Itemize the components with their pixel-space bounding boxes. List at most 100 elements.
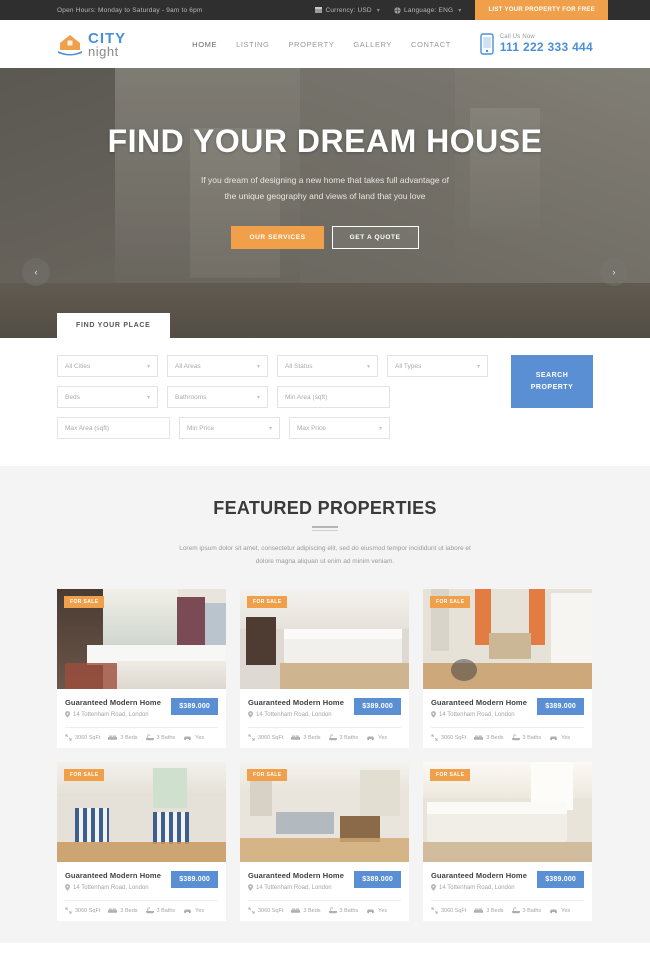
property-address: 14 Tottenham Road, London [248, 711, 344, 718]
title-divider-secondary [312, 530, 338, 531]
currency-selector[interactable]: Currency: USD ▾ [315, 7, 380, 14]
property-card[interactable]: FOR SALE Guaranteed Modern Home 14 Totte… [57, 762, 226, 921]
find-your-place-tab[interactable]: FIND YOUR PLACE [57, 313, 170, 338]
globe-icon [394, 6, 401, 14]
card-feature: 3 Baths [511, 734, 542, 741]
card-feature: 3 Baths [511, 907, 542, 914]
card-feature-label: 3060 SqFt [75, 734, 101, 741]
search-property-button[interactable]: SEARCH PROPERTY [511, 355, 593, 408]
property-address: 14 Tottenham Road, London [431, 884, 527, 891]
property-price: $389.000 [537, 698, 584, 715]
field-label: All Status [285, 362, 313, 370]
bed-icon [108, 907, 118, 914]
property-title[interactable]: Guaranteed Modern Home [65, 871, 161, 880]
property-card-body: Guaranteed Modern Home 14 Tottenham Road… [57, 689, 226, 748]
chevron-down-icon: ▾ [378, 425, 382, 432]
card-feature: 3060 SqFt [431, 734, 466, 741]
property-image[interactable]: FOR SALE [240, 762, 409, 862]
area-icon [248, 907, 255, 914]
section-subtitle-line1: Lorem ipsum dolor sit amet, consectetur … [179, 545, 444, 552]
property-image[interactable]: FOR SALE [423, 589, 592, 689]
card-feature-label: Yes [561, 734, 571, 741]
property-card[interactable]: FOR SALE Guaranteed Modern Home 14 Totte… [57, 589, 226, 748]
search-select-beds[interactable]: Beds ▾ [57, 386, 158, 408]
property-features: 3060 SqFt 3 Beds 3 Baths Yes [65, 727, 218, 748]
chevron-down-icon: ▾ [366, 363, 370, 370]
card-feature-label: 3 Baths [522, 734, 542, 741]
property-title[interactable]: Guaranteed Modern Home [431, 698, 527, 707]
property-address: 14 Tottenham Road, London [65, 884, 161, 891]
bed-icon [291, 907, 301, 914]
nav-item-gallery[interactable]: GALLERY [353, 40, 392, 49]
chevron-right-icon[interactable]: › [600, 258, 628, 286]
chevron-left-icon[interactable]: ‹ [22, 258, 50, 286]
search-input-max-area[interactable]: Max Area (sqft) [57, 417, 170, 439]
nav-item-listing[interactable]: LISTING [236, 40, 269, 49]
card-feature: 3060 SqFt [65, 734, 100, 741]
card-feature: 3 Beds [108, 734, 138, 741]
garage-car-icon [549, 734, 558, 741]
card-feature-label: 3 Beds [303, 734, 321, 741]
bath-icon [328, 734, 337, 741]
property-image[interactable]: FOR SALE [240, 589, 409, 689]
card-feature: Yes [549, 734, 570, 741]
property-title[interactable]: Guaranteed Modern Home [65, 698, 161, 707]
property-text-block: Guaranteed Modern Home 14 Tottenham Road… [431, 698, 527, 718]
search-select-max-price[interactable]: Max Price ▾ [289, 417, 390, 439]
property-image[interactable]: FOR SALE [57, 589, 226, 689]
property-card-body: Guaranteed Modern Home 14 Tottenham Road… [423, 862, 592, 921]
call-us-block[interactable]: Call Us Now 111 222 333 444 [480, 33, 593, 55]
list-property-cta-button[interactable]: LIST YOUR PROPERTY FOR FREE [475, 0, 608, 20]
property-title[interactable]: Guaranteed Modern Home [431, 871, 527, 880]
property-title[interactable]: Guaranteed Modern Home [248, 871, 344, 880]
property-price: $389.000 [537, 871, 584, 888]
card-feature-label: 3 Baths [339, 734, 359, 741]
card-feature-label: 3 Beds [120, 907, 138, 914]
card-feature-label: Yes [195, 907, 205, 914]
search-select-cities[interactable]: All Cities ▾ [57, 355, 158, 377]
nav-item-home[interactable]: HOME [192, 40, 217, 49]
property-image[interactable]: FOR SALE [423, 762, 592, 862]
property-card[interactable]: FOR SALE Guaranteed Modern Home 14 Totte… [423, 589, 592, 748]
property-card[interactable]: FOR SALE Guaranteed Modern Home 14 Totte… [423, 762, 592, 921]
property-features: 3060 SqFt 3 Beds 3 Baths Yes [65, 900, 218, 921]
search-select-types[interactable]: All Types ▾ [387, 355, 488, 377]
property-card-body: Guaranteed Modern Home 14 Tottenham Road… [423, 689, 592, 748]
language-selector[interactable]: Language: ENG ▾ [394, 7, 461, 14]
logo-text: CITY night [88, 31, 126, 58]
language-label: Language: ENG [404, 6, 454, 14]
area-icon [248, 734, 255, 741]
nav-item-contact[interactable]: CONTACT [411, 40, 451, 49]
property-text-block: Guaranteed Modern Home 14 Tottenham Road… [431, 871, 527, 891]
main-navigation: HOME LISTING PROPERTY GALLERY CONTACT [192, 40, 451, 49]
search-select-areas[interactable]: All Areas ▾ [167, 355, 268, 377]
garage-car-icon [183, 734, 192, 741]
property-address-label: 14 Tottenham Road, London [73, 884, 149, 891]
get-a-quote-button[interactable]: GET A QUOTE [331, 226, 419, 250]
card-feature: Yes [183, 734, 204, 741]
search-select-min-price[interactable]: Min Price ▾ [179, 417, 280, 439]
chevron-down-icon: ▾ [458, 7, 462, 14]
logo[interactable]: CITY night [57, 31, 126, 58]
map-pin-icon [65, 884, 70, 891]
search-input-min-area[interactable]: Min Area (sqft) [277, 386, 390, 408]
field-label: All Types [395, 362, 422, 370]
bath-icon [511, 734, 520, 741]
card-feature: Yes [366, 907, 387, 914]
property-card[interactable]: FOR SALE Guaranteed Modern Home 14 Totte… [240, 762, 409, 921]
nav-item-property[interactable]: PROPERTY [288, 40, 334, 49]
search-select-bathrooms[interactable]: Bathrooms ▾ [167, 386, 268, 408]
property-image[interactable]: FOR SALE [57, 762, 226, 862]
card-feature: Yes [183, 907, 204, 914]
search-select-status[interactable]: All Status ▾ [277, 355, 378, 377]
area-icon [431, 734, 438, 741]
garage-car-icon [366, 907, 375, 914]
field-label: Min Price [187, 424, 215, 432]
property-card[interactable]: FOR SALE Guaranteed Modern Home 14 Totte… [240, 589, 409, 748]
card-feature-label: 3 Baths [522, 907, 542, 914]
bed-icon [108, 734, 118, 741]
our-services-button[interactable]: OUR SERVICES [231, 226, 324, 250]
property-title[interactable]: Guaranteed Modern Home [248, 698, 344, 707]
site-header: CITY night HOME LISTING PROPERTY GALLERY… [0, 20, 650, 68]
currency-label: Currency: USD [325, 6, 372, 14]
